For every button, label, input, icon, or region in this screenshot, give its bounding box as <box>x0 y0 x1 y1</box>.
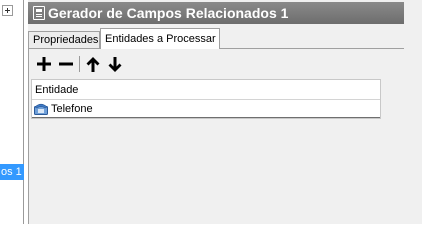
right-panel-edge <box>404 0 422 224</box>
toolbar <box>33 53 126 75</box>
remove-button[interactable] <box>55 53 77 75</box>
plus-icon <box>37 57 51 71</box>
toolbar-separator <box>79 56 80 72</box>
tab-entidades-a-processar[interactable]: Entidades a Processar <box>100 28 220 49</box>
arrow-down-icon <box>108 56 122 72</box>
calculator-icon <box>33 6 45 20</box>
generator-window: Gerador de Campos Relacionados 1 Proprie… <box>28 0 422 224</box>
move-up-button[interactable] <box>82 53 104 75</box>
tab-strip: Propriedades Entidades a Processar <box>28 28 404 49</box>
entities-grid: Entidade Telefone <box>31 79 381 119</box>
window-titlebar[interactable]: Gerador de Campos Relacionados 1 <box>28 2 404 24</box>
column-header-entidade[interactable]: Entidade <box>32 80 380 100</box>
tree-expander-icon[interactable] <box>2 5 13 16</box>
phone-icon <box>34 103 48 115</box>
tree-selected-item[interactable]: os 1 <box>0 164 24 180</box>
table-row[interactable]: Telefone <box>32 100 380 118</box>
window-title: Gerador de Campos Relacionados 1 <box>48 5 289 21</box>
row-label: Telefone <box>51 102 93 115</box>
tab-content: Entidade Telefone <box>28 49 404 224</box>
minus-icon <box>59 62 73 66</box>
add-button[interactable] <box>33 53 55 75</box>
tree-panel: os 1 <box>0 0 24 224</box>
tab-propriedades[interactable]: Propriedades <box>28 31 100 49</box>
arrow-up-icon <box>86 56 100 72</box>
move-down-button[interactable] <box>104 53 126 75</box>
